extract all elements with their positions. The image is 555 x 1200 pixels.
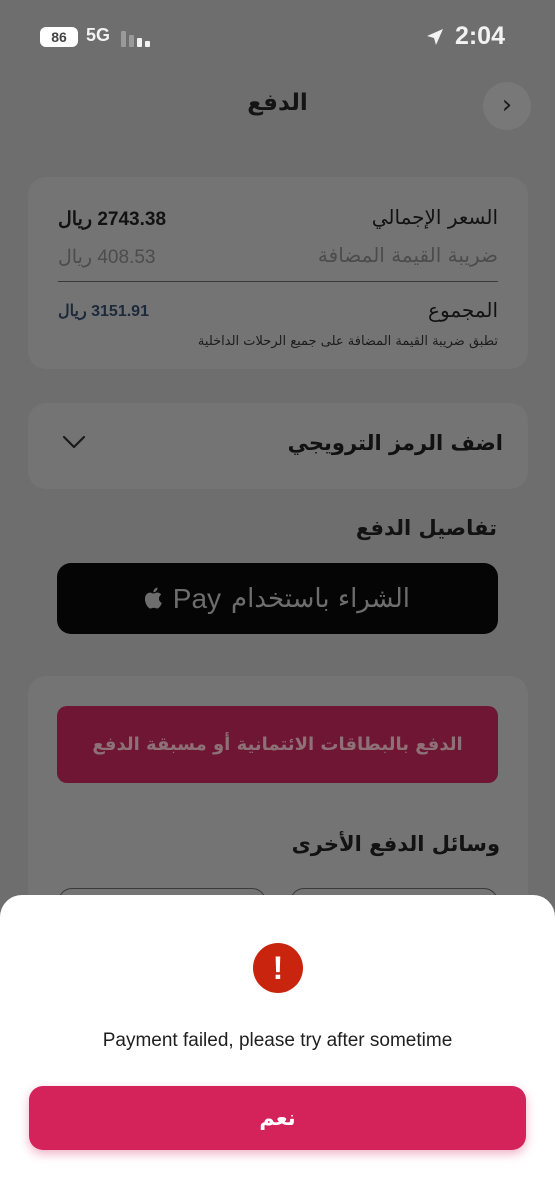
signal-icon bbox=[121, 29, 151, 47]
location-arrow-icon bbox=[427, 29, 443, 45]
total-price-value: 2743.38 ريال bbox=[58, 209, 167, 230]
apple-pay-button[interactable]: الشراء باستخدام Pay bbox=[57, 563, 498, 634]
error-dialog: ! Payment failed, please try after somet… bbox=[0, 895, 555, 1200]
payment-details-title: تفاصيل الدفع bbox=[355, 516, 497, 540]
divider bbox=[58, 281, 498, 282]
confirm-button[interactable]: نعم bbox=[29, 1086, 526, 1150]
apple-pay-logo: Pay bbox=[144, 582, 222, 615]
status-bar: 86 5G 2:04 bbox=[0, 0, 555, 76]
back-button[interactable]: › bbox=[483, 82, 531, 130]
error-message: Payment failed, please try after sometim… bbox=[102, 1030, 453, 1051]
grand-total-value: 3151.91 ريال bbox=[58, 303, 149, 320]
clock: 2:04 bbox=[454, 22, 505, 50]
card-payment-button[interactable]: الدفع بالبطاقات الائتمانية أو مسبقة الدف… bbox=[57, 706, 498, 783]
vat-label: ضريبة القيمة المضافة bbox=[317, 243, 498, 267]
promo-code-label: اضف الرمز الترويجي bbox=[287, 431, 503, 455]
apple-pay-text: الشراء باستخدام bbox=[231, 583, 410, 614]
price-summary-card: السعر الإجمالي 2743.38 ريال ضريبة القيمة… bbox=[28, 177, 528, 369]
grand-total-label: المجموع bbox=[428, 298, 498, 322]
network-type: 5G bbox=[86, 25, 111, 45]
apple-pay-brand: Pay bbox=[172, 582, 222, 614]
vat-note: تطبق ضريبة القيمة المضافة على جميع الرحل… bbox=[197, 334, 498, 349]
apple-logo-icon bbox=[144, 587, 162, 609]
total-price-label: السعر الإجمالي bbox=[371, 205, 498, 229]
exclamation-icon: ! bbox=[253, 943, 303, 993]
chevron-right-icon: › bbox=[501, 90, 513, 120]
battery-indicator: 86 bbox=[40, 27, 78, 47]
other-methods-title: وسائل الدفع الأخرى bbox=[291, 832, 500, 856]
chevron-down-icon bbox=[62, 435, 86, 449]
page-title: الدفع bbox=[247, 90, 308, 116]
vat-value: 408.53 ريال bbox=[58, 247, 156, 268]
promo-code-toggle[interactable]: اضف الرمز الترويجي bbox=[28, 403, 528, 489]
